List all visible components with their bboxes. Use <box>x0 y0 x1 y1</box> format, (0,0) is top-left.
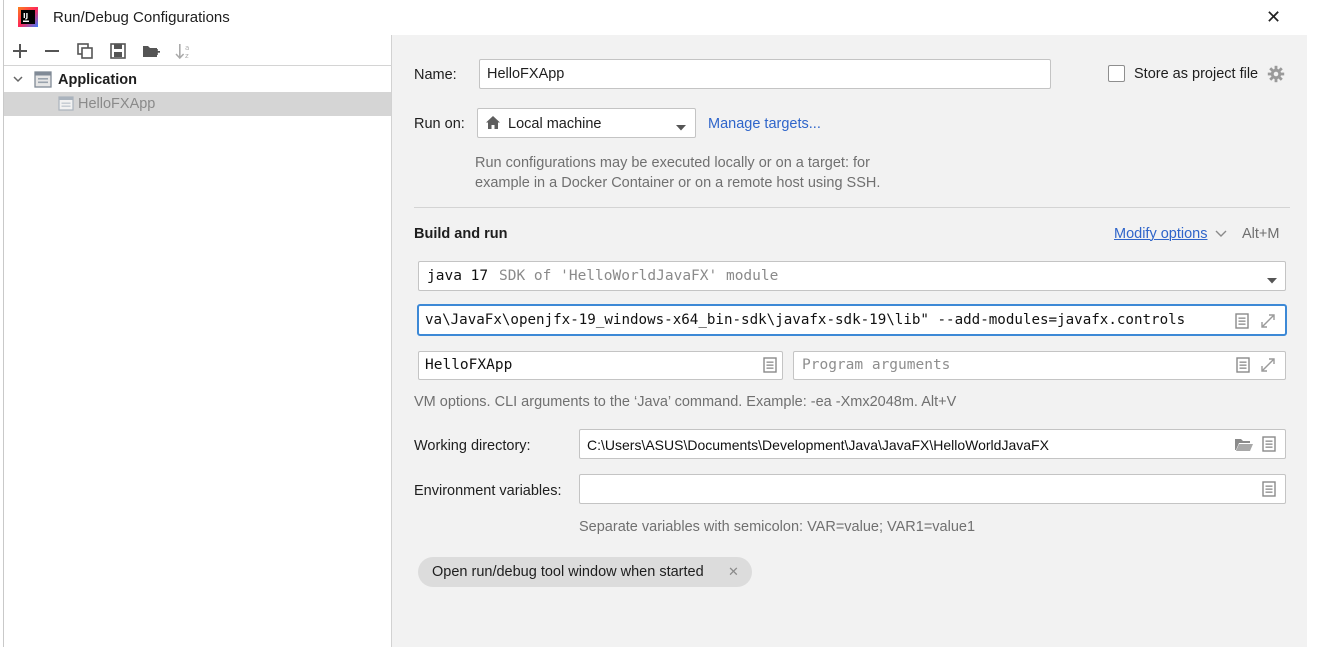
document-icon[interactable] <box>1262 481 1276 501</box>
program-arguments-input[interactable]: Program arguments <box>793 351 1286 380</box>
run-on-hint-line1: Run configurations may be executed local… <box>475 155 870 171</box>
open-tool-window-chip[interactable]: Open run/debug tool window when started … <box>418 557 752 587</box>
dropdown-arrow-icon <box>675 120 687 136</box>
main-class-value: HelloFXApp <box>425 357 513 373</box>
title-bar: IJ Run/Debug Configurations ✕ <box>4 0 1308 35</box>
name-input-value: HelloFXApp <box>487 66 565 82</box>
jdk-dropdown[interactable]: java 17 SDK of 'HelloWorldJavaFX' module <box>418 261 1286 291</box>
run-on-value: Local machine <box>508 116 602 132</box>
jdk-version: java 17 <box>427 268 489 284</box>
environment-variables-label: Environment variables: <box>414 483 562 499</box>
tree-toolbar: az <box>4 35 392 66</box>
chevron-down-icon[interactable] <box>12 73 24 89</box>
intellij-logo-icon: IJ <box>17 6 39 28</box>
tree-item-hellofxapp[interactable]: HelloFXApp <box>4 92 391 116</box>
add-icon[interactable] <box>10 41 30 61</box>
vm-options-input[interactable]: va\JavaFx\openjfx-19_windows-x64_bin-sdk… <box>417 304 1287 336</box>
working-directory-label: Working directory: <box>414 438 531 454</box>
svg-text:z: z <box>185 52 189 60</box>
name-label: Name: <box>414 67 457 83</box>
svg-text:a: a <box>185 44 189 52</box>
dropdown-arrow-icon <box>1266 273 1278 289</box>
tree-group-application[interactable]: Application <box>4 68 391 92</box>
program-arguments-placeholder: Program arguments <box>802 357 951 373</box>
config-tree-panel: az Application HelloFXApp <box>4 35 392 647</box>
run-debug-dialog: IJ Run/Debug Configurations ✕ az Applica… <box>3 0 1308 647</box>
sort-icon[interactable]: az <box>174 41 194 61</box>
vm-options-value: va\JavaFx\openjfx-19_windows-x64_bin-sdk… <box>425 312 1186 328</box>
modify-options-link[interactable]: Modify options <box>1114 226 1227 242</box>
environment-variables-hint: Separate variables with semicolon: VAR=v… <box>579 519 976 535</box>
chip-label: Open run/debug tool window when started <box>432 564 704 580</box>
expand-icon[interactable] <box>1260 357 1276 377</box>
environment-variables-input[interactable] <box>579 474 1286 504</box>
copy-icon[interactable] <box>75 41 95 61</box>
folder-icon[interactable] <box>1234 436 1254 456</box>
jdk-description: SDK of 'HelloWorldJavaFX' module <box>499 268 779 284</box>
chip-close-icon[interactable]: ✕ <box>728 564 739 580</box>
chevron-down-icon <box>1215 230 1227 237</box>
close-icon[interactable]: ✕ <box>1266 7 1281 28</box>
gear-icon[interactable] <box>1267 65 1285 87</box>
application-config-icon <box>58 96 74 115</box>
working-directory-value: C:\Users\ASUS\Documents\Development\Java… <box>587 437 1049 453</box>
main-class-input[interactable]: HelloFXApp <box>418 351 783 380</box>
run-on-hint-line2: example in a Docker Container or on a re… <box>475 175 881 191</box>
store-as-project-label[interactable]: Store as project file <box>1134 66 1258 82</box>
remove-icon[interactable] <box>42 41 62 61</box>
config-form-panel: Name: HelloFXApp Store as project file R… <box>392 35 1307 647</box>
document-icon[interactable] <box>1235 313 1249 333</box>
store-as-project-checkbox[interactable] <box>1108 65 1125 82</box>
vm-options-hint: VM options. CLI arguments to the ‘Java’ … <box>414 394 957 410</box>
manage-targets-link[interactable]: Manage targets... <box>708 116 821 132</box>
expand-icon[interactable] <box>1260 313 1276 333</box>
run-on-dropdown[interactable]: Local machine <box>477 108 696 138</box>
tree-group-label: Application <box>58 72 137 88</box>
modify-options-label: Modify options <box>1114 226 1208 242</box>
document-icon[interactable] <box>1262 436 1276 456</box>
document-icon[interactable] <box>763 357 777 377</box>
working-directory-input[interactable]: C:\Users\ASUS\Documents\Development\Java… <box>579 429 1286 459</box>
tree-item-label: HelloFXApp <box>78 96 156 112</box>
home-icon <box>485 115 501 134</box>
separator <box>414 207 1290 208</box>
run-on-label: Run on: <box>414 116 465 132</box>
name-input[interactable]: HelloFXApp <box>479 59 1051 89</box>
application-icon <box>34 71 52 92</box>
new-folder-icon[interactable] <box>141 41 161 61</box>
modify-options-shortcut: Alt+M <box>1242 226 1280 242</box>
svg-text:IJ: IJ <box>23 12 28 20</box>
build-and-run-title: Build and run <box>414 226 508 242</box>
window-title: Run/Debug Configurations <box>53 9 230 26</box>
document-icon[interactable] <box>1236 357 1250 377</box>
save-icon[interactable] <box>108 41 128 61</box>
